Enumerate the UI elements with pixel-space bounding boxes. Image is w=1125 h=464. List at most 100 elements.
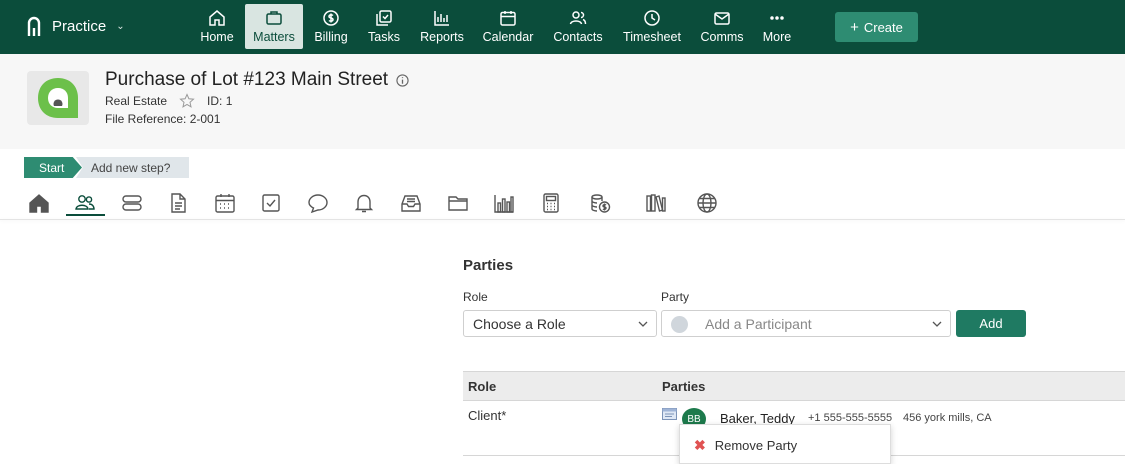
column-header-role: Role — [468, 379, 497, 394]
column-header-parties: Parties — [662, 379, 706, 394]
toolbar-chat[interactable] — [305, 190, 331, 216]
nav-home[interactable]: Home — [199, 4, 235, 49]
layers-icon — [122, 195, 142, 211]
page-title: Purchase of Lot #123 Main Street — [105, 69, 409, 91]
calculator-icon — [543, 193, 559, 213]
nav-label: Contacts — [553, 30, 603, 44]
toolbar-parties[interactable] — [72, 190, 98, 216]
create-button[interactable]: + Create — [835, 12, 918, 42]
workflow-add-step[interactable]: Add new step? — [76, 157, 189, 178]
calendar-icon — [500, 11, 516, 26]
chat-icon — [308, 194, 328, 214]
toolbar-inbox[interactable] — [398, 190, 424, 216]
party-phone: +1 555-555-5555 — [808, 412, 893, 424]
info-icon[interactable] — [396, 73, 409, 87]
real-estate-icon — [38, 78, 78, 118]
create-label: Create — [863, 19, 903, 35]
party-role-cell: Client* — [468, 408, 507, 423]
role-label: Role — [463, 290, 488, 304]
calendar-icon — [215, 194, 235, 213]
nav-calendar[interactable]: Calendar — [481, 4, 535, 49]
coins-icon — [591, 194, 611, 213]
star-icon[interactable] — [179, 93, 195, 109]
clock-icon — [644, 10, 660, 26]
matter-type: Real Estate — [105, 94, 168, 108]
party-address: 456 york mills, CA — [903, 412, 992, 424]
toolbar-calculator[interactable] — [538, 190, 564, 216]
bell-icon — [354, 194, 374, 213]
matter-id: ID: 1 — [207, 94, 233, 108]
mail-icon — [714, 12, 730, 25]
checkbox-icon — [262, 194, 280, 212]
more-icon — [770, 16, 784, 20]
home-icon — [209, 10, 225, 26]
remove-party-menu-item[interactable]: ✖ Remove Party — [694, 437, 797, 454]
toolbar-divider — [0, 219, 1125, 220]
toolbar-trust[interactable] — [587, 190, 613, 216]
role-select-value: Choose a Role — [473, 315, 566, 332]
matter-type-logo — [27, 71, 89, 125]
bar-chart-icon — [434, 11, 449, 26]
contact-card-icon[interactable] — [662, 408, 677, 420]
toolbar-web[interactable] — [694, 190, 720, 216]
avatar-placeholder-icon — [671, 316, 688, 333]
nav-more[interactable]: More — [761, 4, 793, 49]
party-context-menu: ✖ Remove Party — [679, 424, 891, 464]
nav-label: Calendar — [482, 30, 534, 44]
nav-contacts[interactable]: Contacts — [551, 4, 605, 49]
section-title: Parties — [463, 257, 514, 274]
active-tab-indicator — [66, 214, 105, 216]
toolbar-layers[interactable] — [119, 190, 145, 216]
practice-logo-icon — [27, 16, 41, 36]
matter-title-text: Purchase of Lot #123 Main Street — [105, 69, 389, 90]
toolbar-documents[interactable] — [165, 190, 191, 216]
inbox-icon — [401, 195, 421, 212]
nav-label: Billing — [314, 30, 348, 44]
toolbar-calendar[interactable] — [212, 190, 238, 216]
chevron-down-icon — [638, 321, 648, 327]
contacts-icon — [569, 11, 587, 25]
library-icon — [646, 194, 666, 212]
briefcase-icon — [266, 11, 282, 25]
nav-billing[interactable]: Billing — [312, 4, 350, 49]
toolbar-reports[interactable] — [491, 190, 517, 216]
tasks-icon — [376, 10, 392, 26]
nav-label: Timesheet — [623, 30, 681, 44]
toolbar-reminders[interactable] — [351, 190, 377, 216]
party-label: Party — [661, 290, 690, 304]
nav-tasks[interactable]: Tasks — [366, 4, 402, 49]
nav-label: Reports — [420, 30, 464, 44]
toolbar-folders[interactable] — [445, 190, 471, 216]
nav-label: Comms — [700, 30, 744, 44]
add-party-button[interactable]: Add — [956, 310, 1026, 337]
nav-matters[interactable]: Matters — [245, 4, 303, 49]
toolbar-library[interactable] — [643, 190, 669, 216]
app-switcher[interactable]: Practice ⌄ — [26, 15, 125, 37]
dollar-icon — [323, 10, 339, 26]
workflow-step-start[interactable]: Start — [24, 157, 82, 178]
toolbar-tasks[interactable] — [258, 190, 284, 216]
plus-icon: + — [850, 18, 859, 36]
table-header: Role Parties — [463, 371, 1125, 401]
top-nav: Practice ⌄ Home Matters Billing Tasks Re… — [0, 0, 1125, 54]
remove-party-label: Remove Party — [714, 438, 798, 453]
nav-reports[interactable]: Reports — [418, 4, 466, 49]
role-select[interactable]: Choose a Role — [463, 310, 657, 337]
home-icon — [29, 194, 49, 213]
participant-select-value: Add a Participant — [705, 315, 812, 332]
nav-label: Matters — [253, 30, 295, 44]
document-icon — [171, 193, 186, 213]
globe-icon — [697, 193, 717, 213]
nav-comms[interactable]: Comms — [699, 4, 745, 49]
bar-chart-icon — [494, 195, 514, 213]
toolbar-home[interactable] — [26, 190, 52, 216]
nav-label: More — [762, 30, 792, 44]
nav-label: Tasks — [368, 30, 400, 44]
close-icon: ✖ — [694, 437, 706, 453]
matter-meta: Real Estate ID: 1 — [105, 93, 232, 109]
app-name: Practice — [52, 17, 107, 35]
file-reference: File Reference: 2-001 — [105, 112, 221, 126]
folder-icon — [448, 196, 468, 211]
participant-select[interactable]: Add a Participant — [661, 310, 951, 337]
nav-timesheet[interactable]: Timesheet — [621, 4, 683, 49]
